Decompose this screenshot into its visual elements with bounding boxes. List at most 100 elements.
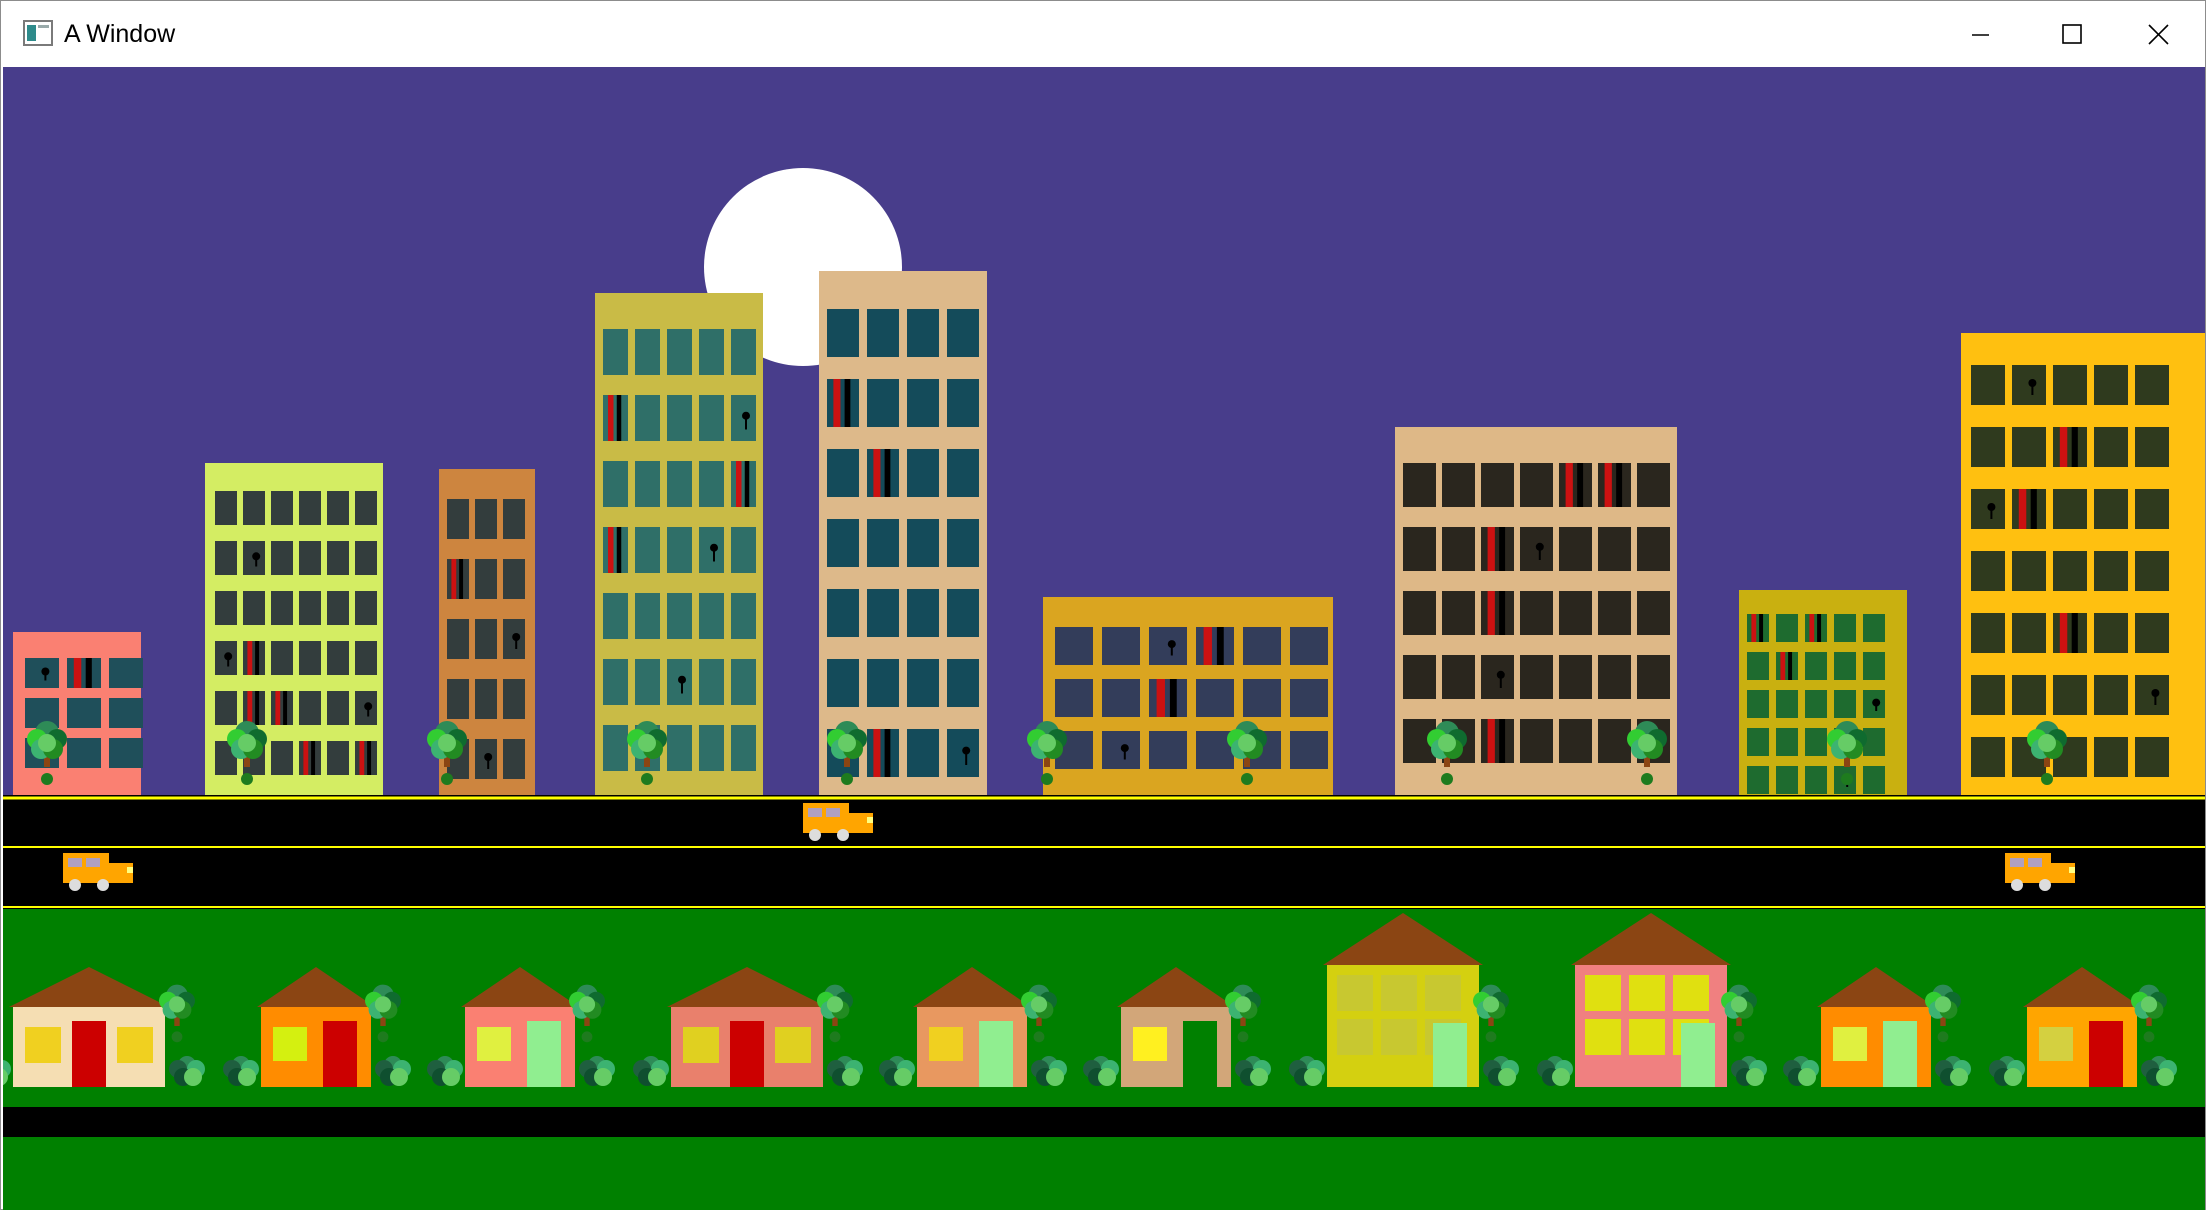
bush-leaves (1498, 1068, 1516, 1086)
window (1481, 719, 1514, 763)
house-window (1133, 1027, 1167, 1061)
window (947, 659, 979, 707)
window (1102, 679, 1140, 717)
maximize-button[interactable] (2025, 1, 2117, 67)
window (827, 589, 859, 637)
back-road (3, 1107, 2205, 1137)
building (1961, 333, 2205, 863)
window (327, 491, 349, 525)
window-curtain (608, 395, 614, 441)
house-window (1425, 975, 1461, 1011)
window (1834, 690, 1856, 718)
window (2012, 427, 2046, 467)
window (271, 741, 293, 775)
window (699, 593, 724, 639)
window (1637, 463, 1670, 507)
maximize-icon (2062, 24, 2082, 44)
car-wheel (2039, 879, 2051, 891)
tree-base (1733, 1031, 1745, 1043)
window-curtain (1759, 614, 1764, 642)
house-window (1673, 975, 1709, 1011)
tree-leaves (1438, 734, 1456, 752)
window (603, 461, 628, 507)
window (2012, 489, 2046, 529)
bush-leaves (594, 1068, 612, 1086)
window (667, 461, 692, 507)
window (109, 658, 143, 688)
bush-leaves (390, 1068, 408, 1086)
window (1442, 527, 1475, 571)
window-curtain (2018, 489, 2027, 529)
window (1863, 652, 1885, 680)
window (355, 641, 377, 675)
window-curtain (367, 741, 372, 775)
car-window (2028, 858, 2042, 867)
window (1559, 463, 1592, 507)
window (947, 379, 979, 427)
tree-base (2041, 773, 2053, 785)
window (699, 395, 724, 441)
window (215, 691, 237, 725)
window (2053, 489, 2087, 529)
window (271, 541, 293, 575)
house-window (2039, 1027, 2073, 1061)
window-curtain (1499, 719, 1506, 763)
window-curtain (1788, 652, 1793, 680)
window (1747, 614, 1769, 642)
car-wheel (97, 879, 109, 891)
window (1834, 652, 1856, 680)
window (299, 641, 321, 675)
car-window (68, 858, 82, 867)
car-headlight (2069, 867, 2075, 873)
window (447, 559, 469, 599)
tree-base (1241, 773, 1253, 785)
window (2012, 675, 2046, 715)
tree-leaves (2038, 734, 2056, 752)
window-curtain (1604, 463, 1612, 507)
window (1971, 613, 2005, 653)
window (1559, 527, 1592, 571)
window (109, 738, 143, 768)
window-curtain (608, 527, 614, 573)
window (731, 461, 756, 507)
bush-leaves (1552, 1068, 1570, 1086)
window (635, 395, 660, 441)
tree-base (1641, 773, 1653, 785)
window (1637, 527, 1670, 571)
window-curtain (247, 641, 253, 675)
title-bar[interactable]: A Window (1, 1, 2205, 67)
road-surface (3, 795, 2205, 929)
close-button[interactable] (2113, 1, 2205, 67)
window (503, 739, 525, 779)
window (635, 527, 660, 573)
window-curtain (2071, 427, 2078, 467)
window-curtain (1203, 627, 1212, 665)
window (1971, 427, 2005, 467)
window (2012, 551, 2046, 591)
window (215, 541, 237, 575)
window (603, 527, 628, 573)
tree-base (41, 773, 53, 785)
minimize-button[interactable] (1933, 1, 2025, 67)
minimize-icon (1972, 34, 1989, 36)
window (2094, 551, 2128, 591)
window-curtain (1565, 463, 1573, 507)
tree-leaves (1038, 734, 1056, 752)
house-door (1433, 1023, 1467, 1087)
window (299, 691, 321, 725)
window (947, 449, 979, 497)
window (299, 591, 321, 625)
building-facade (595, 293, 763, 863)
window (2135, 737, 2169, 777)
window-curtain (283, 691, 288, 725)
house-window (1337, 1019, 1373, 1055)
window-curtain (359, 741, 365, 775)
window (867, 379, 899, 427)
house-window (25, 1027, 61, 1063)
window (1520, 655, 1553, 699)
window (1598, 527, 1631, 571)
window (1559, 591, 1592, 635)
house-door (1183, 1021, 1217, 1087)
window-curtain (1156, 679, 1165, 717)
window (243, 691, 265, 725)
